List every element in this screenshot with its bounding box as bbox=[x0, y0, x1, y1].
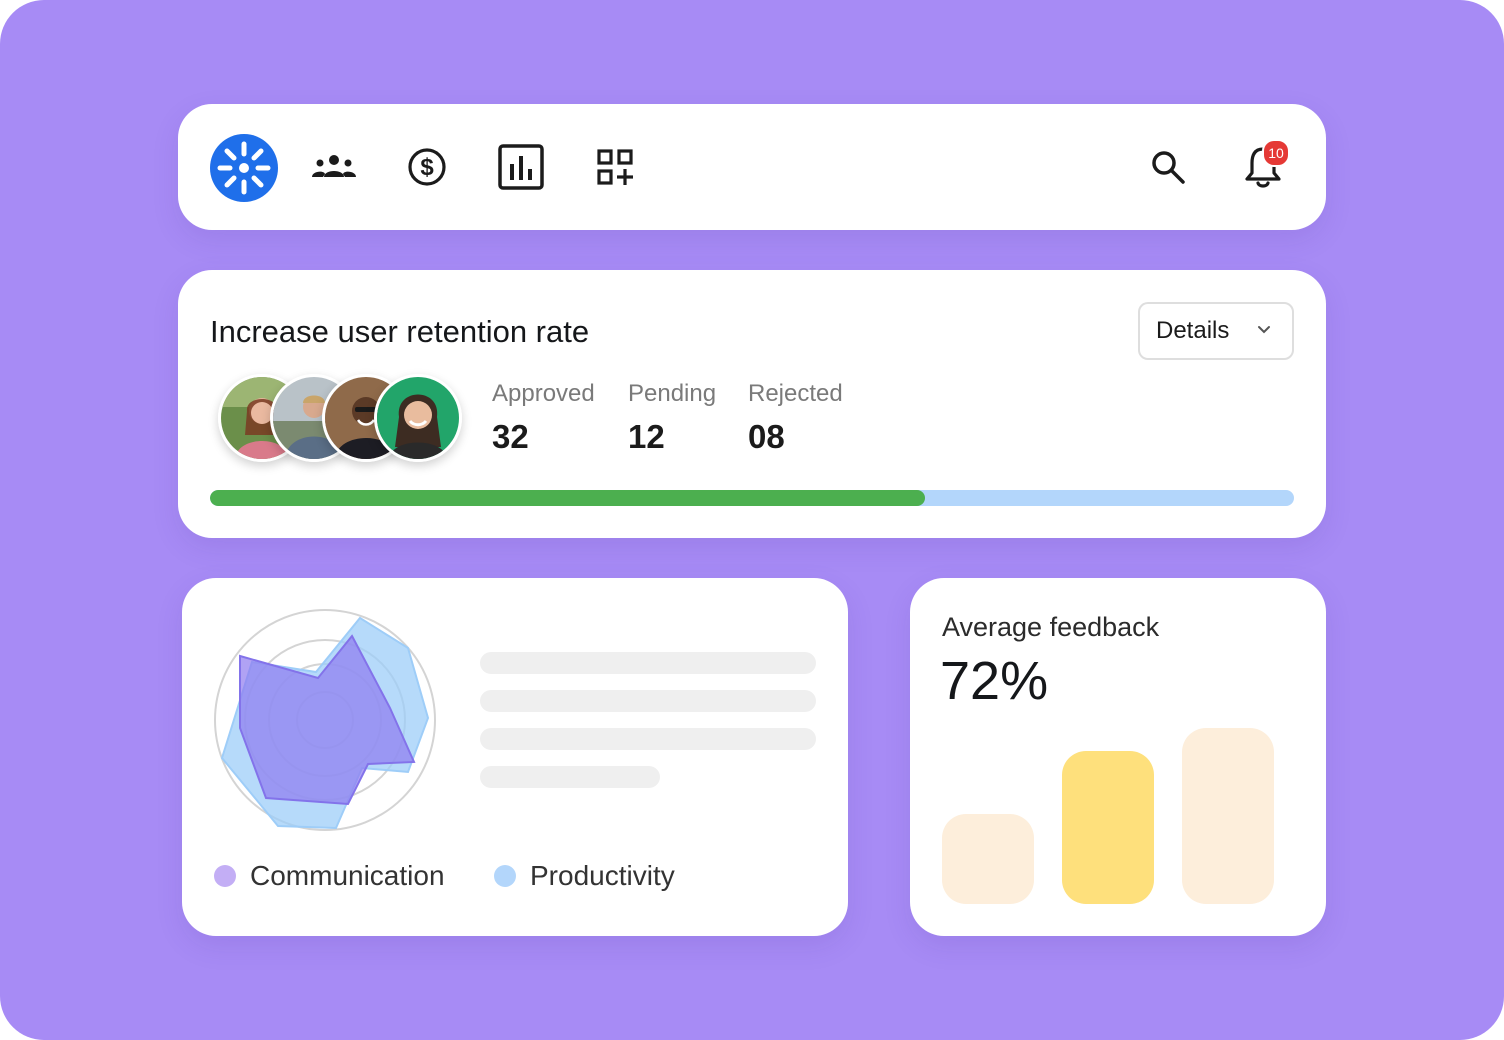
apps-icon[interactable] bbox=[587, 139, 643, 195]
stat-label: Pending bbox=[628, 380, 717, 407]
stat-label: Approved bbox=[492, 380, 595, 407]
radar-chart bbox=[214, 609, 436, 831]
legend-label: Productivity bbox=[530, 860, 675, 891]
feedback-bar bbox=[1182, 728, 1274, 904]
legend-productivity: Productivity bbox=[494, 860, 675, 892]
skeleton-line bbox=[480, 766, 660, 788]
details-label: Details bbox=[1156, 317, 1230, 344]
top-nav: $ 10 bbox=[178, 104, 1326, 230]
logo-icon[interactable] bbox=[210, 134, 278, 202]
progress-fill bbox=[210, 490, 926, 506]
legend-label: Communication bbox=[250, 860, 445, 891]
stat-label: Rejected bbox=[748, 380, 843, 407]
team-icon[interactable] bbox=[306, 139, 362, 195]
stat-value: 08 bbox=[748, 418, 785, 455]
chart-icon[interactable] bbox=[493, 139, 549, 195]
app-background: $ 10 Increase user retention rate Detail… bbox=[0, 0, 1504, 1040]
stat-approved: Approved 32 bbox=[492, 380, 595, 456]
avatar[interactable] bbox=[374, 374, 462, 462]
search-icon[interactable] bbox=[1140, 139, 1196, 195]
feedback-card: Average feedback 72% bbox=[910, 578, 1326, 936]
stat-rejected: Rejected 08 bbox=[748, 380, 843, 456]
stat-value: 12 bbox=[628, 418, 665, 455]
avatar-group bbox=[218, 374, 478, 466]
stat-pending: Pending 12 bbox=[628, 380, 716, 456]
feedback-title: Average feedback bbox=[942, 612, 1160, 642]
legend-communication: Communication bbox=[214, 860, 445, 892]
feedback-value: 72% bbox=[940, 651, 1049, 711]
notification-badge: 10 bbox=[1262, 139, 1290, 167]
retention-card: Increase user retention rate Details App… bbox=[178, 270, 1326, 538]
feedback-bar bbox=[1062, 751, 1154, 904]
details-dropdown[interactable]: Details bbox=[1138, 302, 1294, 360]
feedback-bar bbox=[942, 814, 1034, 904]
radar-card: Communication Productivity bbox=[182, 578, 848, 936]
stat-value: 32 bbox=[492, 418, 529, 455]
legend-dot bbox=[214, 865, 236, 887]
card-title: Increase user retention rate bbox=[210, 314, 590, 349]
skeleton-line bbox=[480, 690, 816, 712]
chevron-down-icon bbox=[1258, 326, 1270, 334]
progress-bar bbox=[210, 490, 1294, 506]
svg-text:$: $ bbox=[420, 154, 434, 181]
skeleton-line bbox=[480, 728, 816, 750]
legend-dot bbox=[494, 865, 516, 887]
bell-icon[interactable]: 10 bbox=[1235, 139, 1291, 195]
skeleton-line bbox=[480, 652, 816, 674]
dollar-icon[interactable]: $ bbox=[399, 139, 455, 195]
